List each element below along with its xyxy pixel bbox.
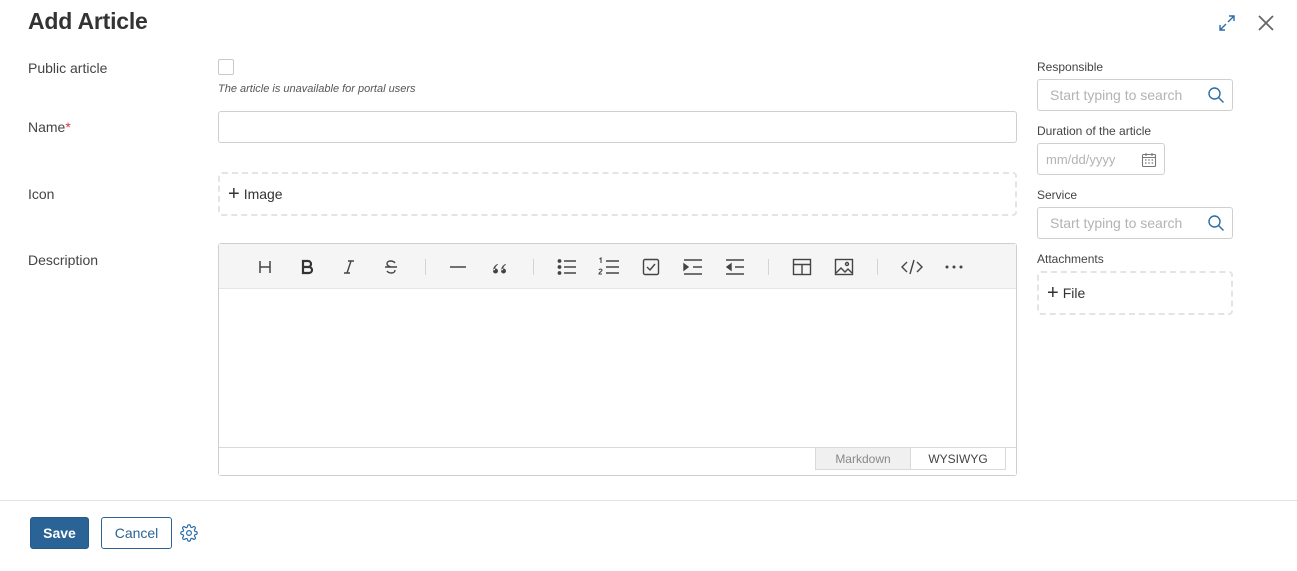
duration-date-input[interactable]: mm/dd/yyyy bbox=[1037, 143, 1165, 175]
responsible-placeholder: Start typing to search bbox=[1050, 87, 1183, 103]
attachments-label: Attachments bbox=[1037, 252, 1104, 266]
duration-placeholder: mm/dd/yyyy bbox=[1046, 151, 1116, 167]
service-placeholder: Start typing to search bbox=[1050, 215, 1183, 231]
cancel-button[interactable]: Cancel bbox=[101, 517, 172, 549]
name-label-text: Name bbox=[28, 119, 66, 135]
search-icon bbox=[1207, 86, 1225, 107]
footer-divider bbox=[0, 500, 1297, 501]
close-icon[interactable] bbox=[1256, 13, 1276, 33]
plus-icon: + bbox=[1047, 282, 1059, 304]
numbered-list-icon[interactable] bbox=[598, 256, 620, 278]
required-mark: * bbox=[65, 119, 71, 135]
save-button[interactable]: Save bbox=[30, 517, 89, 549]
tab-wysiwyg[interactable]: WYSIWYG bbox=[910, 448, 1006, 470]
service-search-input[interactable]: Start typing to search bbox=[1037, 207, 1233, 239]
toolbar-divider bbox=[533, 259, 534, 275]
add-file-button[interactable]: + File bbox=[1037, 271, 1233, 315]
quote-icon[interactable] bbox=[489, 256, 511, 278]
responsible-label: Responsible bbox=[1037, 60, 1104, 74]
description-editor[interactable]: Markdown WYSIWYG bbox=[218, 243, 1017, 476]
dialog-title: Add Article bbox=[28, 8, 148, 34]
icon-label: Icon bbox=[28, 186, 55, 202]
description-label: Description bbox=[28, 252, 99, 268]
heading-icon[interactable] bbox=[254, 256, 276, 278]
code-icon[interactable] bbox=[899, 256, 925, 278]
more-icon[interactable] bbox=[943, 256, 965, 278]
toolbar-divider bbox=[425, 259, 426, 275]
toolbar-divider bbox=[768, 259, 769, 275]
duration-label: Duration of the article bbox=[1037, 124, 1152, 138]
bold-icon[interactable] bbox=[296, 256, 318, 278]
name-input[interactable] bbox=[218, 111, 1017, 143]
tab-markdown[interactable]: Markdown bbox=[815, 448, 911, 470]
add-image-button[interactable]: + Image bbox=[218, 172, 1017, 216]
editor-toolbar bbox=[219, 244, 1016, 289]
toolbar-divider bbox=[877, 259, 878, 275]
horizontal-rule-icon[interactable] bbox=[447, 256, 469, 278]
image-icon[interactable] bbox=[833, 256, 855, 278]
service-label: Service bbox=[1037, 188, 1078, 202]
editor-content-area[interactable] bbox=[219, 289, 1016, 447]
strikethrough-icon[interactable] bbox=[380, 256, 402, 278]
editor-mode-tabs: Markdown WYSIWYG bbox=[219, 447, 1016, 475]
bullet-list-icon[interactable] bbox=[556, 256, 578, 278]
public-article-label: Public article bbox=[28, 60, 108, 76]
responsible-search-input[interactable]: Start typing to search bbox=[1037, 79, 1233, 111]
calendar-icon[interactable] bbox=[1141, 152, 1157, 171]
checklist-icon[interactable] bbox=[640, 256, 662, 278]
add-image-label: Image bbox=[243, 186, 283, 202]
table-icon[interactable] bbox=[791, 256, 813, 278]
outdent-icon[interactable] bbox=[724, 256, 746, 278]
italic-icon[interactable] bbox=[338, 256, 360, 278]
gear-icon[interactable] bbox=[180, 524, 198, 542]
add-file-label: File bbox=[1062, 285, 1086, 301]
public-article-hint: The article is unavailable for portal us… bbox=[218, 83, 416, 95]
public-article-checkbox[interactable] bbox=[218, 59, 234, 75]
indent-icon[interactable] bbox=[682, 256, 704, 278]
plus-icon: + bbox=[228, 183, 240, 205]
name-label: Name* bbox=[28, 119, 71, 135]
search-icon bbox=[1207, 214, 1225, 235]
expand-icon[interactable] bbox=[1218, 14, 1236, 32]
